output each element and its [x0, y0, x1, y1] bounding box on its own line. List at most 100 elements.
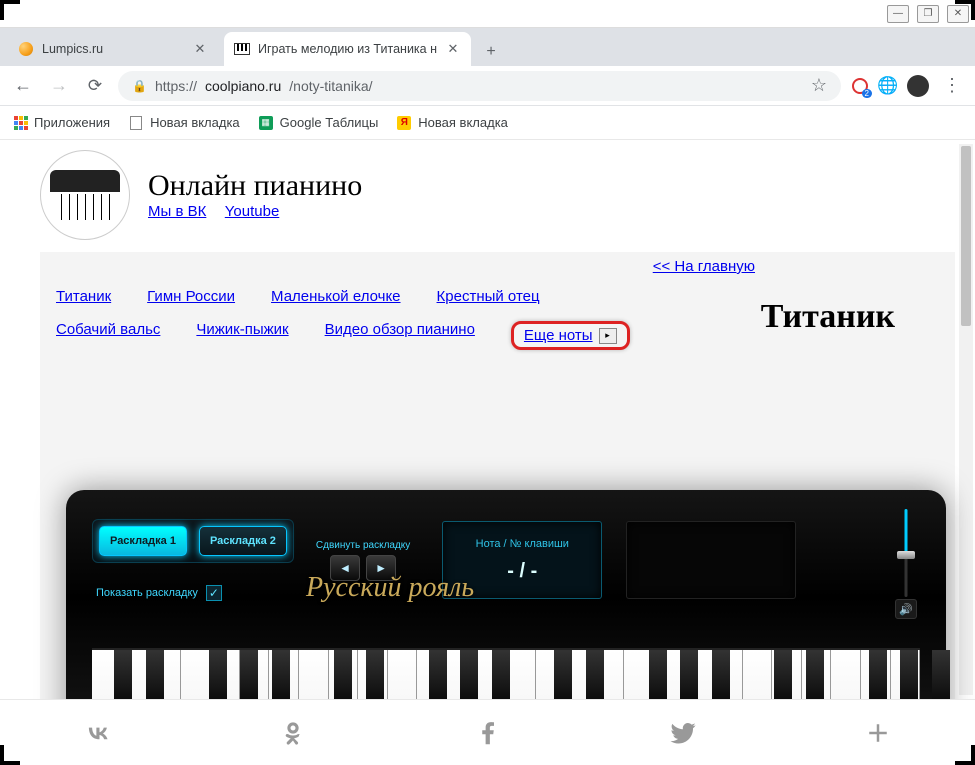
- bookmark-item[interactable]: ▦ Google Таблицы: [258, 115, 379, 131]
- bookmark-item[interactable]: Я Новая вкладка: [396, 115, 508, 131]
- scroll-thumb[interactable]: [961, 146, 971, 326]
- bookmark-label: Новая вкладка: [150, 115, 240, 130]
- song-link[interactable]: Собачий вальс: [56, 321, 160, 350]
- speaker-icon[interactable]: 🔊: [895, 599, 917, 619]
- lock-icon: 🔒: [132, 79, 147, 93]
- song-link[interactable]: Маленькой елочке: [271, 288, 401, 305]
- scrollbar[interactable]: [959, 144, 973, 695]
- tab-coolpiano[interactable]: Играть мелодию из Титаника н ✕: [224, 32, 471, 66]
- window-maximize[interactable]: ❐: [917, 5, 939, 23]
- site-logo[interactable]: [40, 150, 130, 240]
- close-icon[interactable]: ✕: [192, 41, 208, 57]
- link-vk[interactable]: Мы в ВК: [148, 203, 206, 220]
- extension-opera-icon[interactable]: 2: [851, 77, 869, 95]
- piano-widget: Раскладка 1 Раскладка 2 Показать расклад…: [66, 490, 946, 699]
- black-key[interactable]: [240, 650, 258, 699]
- tab-title: Играть мелодию из Титаника н: [258, 42, 437, 56]
- white-key[interactable]: [831, 650, 861, 699]
- bookmark-star-icon[interactable]: ☆: [811, 75, 827, 96]
- show-layout-toggle[interactable]: Показать раскладку ✓: [96, 585, 294, 601]
- black-key[interactable]: [366, 650, 384, 699]
- reload-button[interactable]: ⟳: [82, 73, 108, 99]
- page-viewport: Онлайн пианино Мы в ВК Youtube << На гла…: [0, 140, 975, 699]
- song-link[interactable]: Крестный отец: [437, 288, 540, 305]
- black-key[interactable]: [272, 650, 290, 699]
- apps-button[interactable]: Приложения: [14, 115, 110, 130]
- url-path: /noty-titanika/: [289, 78, 372, 94]
- share-facebook-icon[interactable]: [470, 715, 506, 751]
- forward-button[interactable]: →: [46, 73, 72, 99]
- black-key[interactable]: [869, 650, 887, 699]
- share-ok-icon[interactable]: [275, 715, 311, 751]
- white-key[interactable]: [299, 650, 329, 699]
- layout-buttons: Раскладка 1 Раскладка 2: [92, 519, 294, 563]
- layout1-button[interactable]: Раскладка 1: [99, 526, 187, 556]
- layout2-button[interactable]: Раскладка 2: [199, 526, 287, 556]
- black-key[interactable]: [900, 650, 918, 699]
- black-key[interactable]: [586, 650, 604, 699]
- shift-label: Сдвинуть раскладку: [316, 540, 410, 551]
- black-key[interactable]: [492, 650, 510, 699]
- favicon-lumpics: [18, 41, 34, 57]
- close-icon[interactable]: ✕: [445, 41, 461, 57]
- white-key[interactable]: 3: [506, 650, 536, 699]
- menu-button[interactable]: ⋮: [939, 73, 965, 99]
- tab-lumpics[interactable]: Lumpics.ru ✕: [8, 32, 218, 66]
- song-link[interactable]: Титаник: [56, 288, 111, 305]
- black-key[interactable]: [932, 650, 950, 699]
- black-key[interactable]: [429, 650, 447, 699]
- yandex-icon: Я: [396, 115, 412, 131]
- black-key[interactable]: [209, 650, 227, 699]
- link-youtube[interactable]: Youtube: [225, 203, 280, 220]
- piano-brand: Русский рояль: [306, 572, 474, 604]
- checkbox-icon[interactable]: ✓: [206, 585, 222, 601]
- black-key[interactable]: [554, 650, 572, 699]
- crop-corner: [0, 745, 20, 765]
- black-key[interactable]: [334, 650, 352, 699]
- sheets-icon: ▦: [258, 115, 274, 131]
- more-notes-link[interactable]: Еще ноты: [524, 327, 593, 344]
- home-link[interactable]: << На главную: [653, 258, 755, 275]
- dropdown-icon[interactable]: ▸: [599, 328, 617, 344]
- black-key[interactable]: [774, 650, 792, 699]
- white-key[interactable]: [181, 650, 211, 699]
- note-display-value: - / -: [507, 560, 537, 583]
- piano-keys[interactable]: 234567890-=: [92, 648, 920, 699]
- black-key[interactable]: [806, 650, 824, 699]
- extension-globe-icon[interactable]: 🌐: [879, 77, 897, 95]
- url-scheme: https://: [155, 78, 197, 94]
- bookmark-item[interactable]: Новая вкладка: [128, 115, 240, 131]
- bookmarks-bar: Приложения Новая вкладка ▦ Google Таблиц…: [0, 106, 975, 140]
- volume-knob[interactable]: [897, 551, 915, 559]
- black-key[interactable]: [649, 650, 667, 699]
- black-key[interactable]: [146, 650, 164, 699]
- favicon-piano: [234, 41, 250, 57]
- black-key[interactable]: [680, 650, 698, 699]
- site-header: Онлайн пианино Мы в ВК Youtube: [40, 140, 420, 252]
- apps-label: Приложения: [34, 115, 110, 130]
- bookmark-label: Google Таблицы: [280, 115, 379, 130]
- share-bar: [0, 699, 975, 765]
- note-display-label: Нота / № клавиши: [476, 538, 569, 550]
- page-heading: Титаник: [761, 298, 895, 336]
- white-key[interactable]: -: [743, 650, 773, 699]
- profile-avatar[interactable]: [907, 75, 929, 97]
- new-tab-button[interactable]: +: [477, 38, 505, 66]
- document-icon: [128, 115, 144, 131]
- share-twitter-icon[interactable]: [665, 715, 701, 751]
- black-key[interactable]: [114, 650, 132, 699]
- back-button[interactable]: ←: [10, 73, 36, 99]
- black-key[interactable]: [460, 650, 478, 699]
- apps-icon: [14, 116, 28, 130]
- black-key[interactable]: [712, 650, 730, 699]
- white-key[interactable]: [388, 650, 418, 699]
- song-link[interactable]: Гимн России: [147, 288, 235, 305]
- share-vk-icon[interactable]: [80, 715, 116, 751]
- address-bar[interactable]: 🔒 https://coolpiano.ru/noty-titanika/ ☆: [118, 71, 841, 101]
- share-more-icon[interactable]: [860, 715, 896, 751]
- window-minimize[interactable]: —: [887, 5, 909, 23]
- song-link[interactable]: Чижик-пыжик: [196, 321, 288, 350]
- song-link[interactable]: Видео обзор пианино: [325, 321, 475, 350]
- volume-slider[interactable]: 🔊: [892, 505, 920, 615]
- page-body: << На главную Титаник Титаник Гимн Росси…: [40, 252, 955, 699]
